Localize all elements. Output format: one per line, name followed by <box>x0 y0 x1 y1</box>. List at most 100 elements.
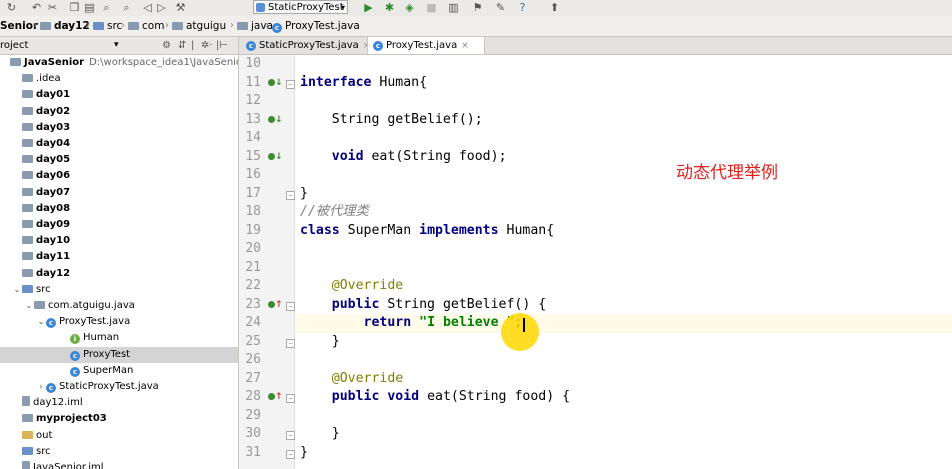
tree-item-label: ProxyTest.java <box>59 316 131 328</box>
tree-item[interactable]: myproject03 <box>0 411 238 427</box>
implemented-icon[interactable]: ↓ <box>266 76 283 90</box>
tree-item[interactable]: day12.iml <box>0 395 238 411</box>
project-view-dropdown[interactable]: ▾ <box>114 37 119 54</box>
tree-item[interactable]: ⌄ src <box>0 282 238 298</box>
code-line[interactable]: } <box>300 425 340 444</box>
redo-icon[interactable]: ↻ <box>5 1 18 14</box>
fold-open-icon[interactable]: − <box>286 79 295 89</box>
tree-item[interactable]: day10 <box>0 233 238 249</box>
find-icon[interactable]: ⌕ <box>100 1 113 14</box>
forward-icon[interactable]: ▷ <box>155 1 168 14</box>
code-line[interactable]: public String getBelief() { <box>300 296 546 315</box>
vcs-icon[interactable]: ⬆ <box>548 1 561 14</box>
editor-gutter[interactable]: 10 11 ↓ −12 13 ↓ 14 15 ↓ 16 17−18 19 20 21 22 23 ↑ −24 25−… <box>239 55 295 469</box>
breadcrumb-item-atguigu[interactable]: atguigu <box>172 18 226 34</box>
chevron-down-icon[interactable]: ⌄ <box>12 282 22 298</box>
tree-item[interactable]: JavaSenior.iml <box>0 460 238 469</box>
settings-icon[interactable]: ✲· <box>201 37 213 54</box>
fold-open-icon[interactable]: − <box>286 301 295 311</box>
code-line[interactable]: return "I believe "; <box>300 314 523 333</box>
tree-item[interactable]: day05 <box>0 152 238 168</box>
tree-item[interactable]: day01 <box>0 87 238 103</box>
tree-item[interactable]: ⌄ c ProxyTest.java <box>0 314 238 330</box>
code-line[interactable]: String getBelief(); <box>300 111 483 130</box>
copy-icon[interactable]: ❐ <box>68 1 81 14</box>
fold-close-icon[interactable]: − <box>286 338 295 348</box>
source-folder-icon <box>22 446 33 455</box>
code-line[interactable]: void eat(String food); <box>300 148 507 167</box>
code-line[interactable]: interface Human{ <box>300 74 427 93</box>
tree-item[interactable]: src <box>0 444 238 460</box>
replace-icon[interactable]: ⌕ <box>120 1 133 14</box>
tree-item[interactable]: day02 <box>0 104 238 120</box>
tree-item[interactable]: .idea <box>0 71 238 87</box>
code-line[interactable]: } <box>300 444 308 463</box>
code-line[interactable]: class SuperMan implements Human{ <box>300 222 554 241</box>
build-icon[interactable]: ⚒ <box>174 1 187 14</box>
tab-proxytest-java[interactable]: c ProxyTest.java × <box>367 37 485 54</box>
tree-item[interactable]: ⌄ com.atguigu.java <box>0 298 238 314</box>
help-icon[interactable]: ? <box>516 1 529 14</box>
back-icon[interactable]: ◁ <box>141 1 154 14</box>
tree-item[interactable]: day11 <box>0 249 238 265</box>
module-icon <box>22 414 33 423</box>
chevron-down-icon[interactable]: ⌄ <box>36 314 46 330</box>
tree-item[interactable]: day12 <box>0 266 238 282</box>
tree-item[interactable]: day06 <box>0 168 238 184</box>
code-line[interactable]: @Override <box>300 370 403 389</box>
tree-item[interactable]: c SuperMan <box>0 363 238 379</box>
tree-item[interactable]: day04 <box>0 136 238 152</box>
tree-item[interactable]: day08 <box>0 201 238 217</box>
stop-icon[interactable]: ■ <box>425 1 438 14</box>
breadcrumb-item-src[interactable]: src <box>93 18 122 34</box>
project-panel-title[interactable]: roject <box>0 37 28 54</box>
fold-close-icon[interactable]: − <box>286 431 295 440</box>
tree-item[interactable]: c ProxyTest <box>0 346 238 363</box>
code-line[interactable]: } <box>300 185 308 204</box>
fold-close-icon[interactable]: − <box>286 190 295 200</box>
code-line[interactable]: //被代理类 <box>300 203 369 222</box>
code-line[interactable]: } <box>300 333 340 352</box>
code-line[interactable]: public void eat(String food) { <box>300 388 570 407</box>
collapse-icon[interactable]: ⇵ <box>178 37 186 54</box>
hide-icon[interactable]: |⊢ <box>216 37 228 54</box>
run-configuration-select[interactable]: StaticProxyTest ▾ <box>253 0 348 14</box>
settings-icon[interactable]: ✎ <box>494 1 507 14</box>
code-line[interactable]: @Override <box>300 277 403 296</box>
override-icon[interactable]: ↑ <box>266 390 283 404</box>
cursor-highlight <box>501 313 539 351</box>
line-number: 28 <box>245 389 261 404</box>
code-editor[interactable]: interface Human{ String getBelief(); voi… <box>295 55 952 469</box>
fold-close-icon[interactable]: − <box>286 449 295 459</box>
implemented-icon[interactable]: ↓ <box>266 113 283 127</box>
tree-item[interactable]: › c StaticProxyTest.java <box>0 379 238 395</box>
tab-staticproxytest-java[interactable]: cStaticProxyTest.java× <box>241 37 370 54</box>
override-icon[interactable]: ↑ <box>266 298 283 312</box>
sdk-icon[interactable]: ▥ <box>447 1 460 14</box>
tree-item[interactable]: day07 <box>0 185 238 201</box>
structure-icon[interactable]: ⚑ <box>471 1 484 14</box>
fold-open-icon[interactable]: − <box>286 394 295 403</box>
project-tree[interactable]: JavaSenior D:\workspace_idea1\JavaSenior.… <box>0 55 239 469</box>
tree-item[interactable]: i Human <box>0 330 238 346</box>
tree-item[interactable]: day09 <box>0 217 238 233</box>
breadcrumb-item-day12[interactable]: day12 <box>40 18 90 34</box>
coverage-icon[interactable]: ◈ <box>403 1 416 14</box>
debug-icon[interactable]: ✱ <box>383 1 396 14</box>
paste-icon[interactable]: ▤ <box>83 1 96 14</box>
close-icon[interactable]: × <box>461 41 469 51</box>
tree-item[interactable]: day03 <box>0 120 238 136</box>
chevron-down-icon[interactable]: ⌄ <box>24 298 34 314</box>
undo-icon[interactable]: ↶ <box>30 1 43 14</box>
breadcrumb-item-proxytest-java[interactable]: c ProxyTest.java <box>272 18 360 34</box>
breadcrumb-item-com[interactable]: com <box>128 18 164 34</box>
sync-icon[interactable]: ⚙ <box>162 37 171 54</box>
tree-item[interactable]: out <box>0 428 238 444</box>
run-icon[interactable]: ▶ <box>362 1 375 14</box>
chevron-right-icon[interactable]: › <box>36 379 46 395</box>
tree-item[interactable]: JavaSenior D:\workspace_idea1\JavaSenior <box>0 55 238 71</box>
module-icon <box>22 203 33 212</box>
breadcrumb-separator: › <box>86 20 90 31</box>
cut-icon[interactable]: ✂ <box>46 1 59 14</box>
implemented-icon[interactable]: ↓ <box>266 150 283 164</box>
